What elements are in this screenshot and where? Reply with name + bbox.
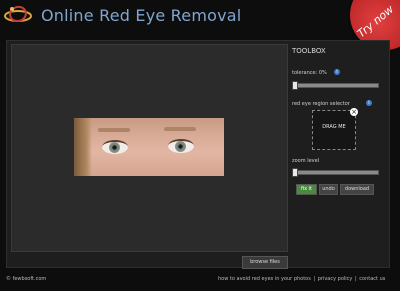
region-selector-info-icon[interactable]: i	[366, 100, 372, 106]
fix-it-button[interactable]: fix it	[296, 184, 317, 195]
download-button[interactable]: download	[340, 184, 374, 195]
footer-separator: |	[355, 276, 357, 282]
footer-link-contact[interactable]: contact us	[359, 276, 385, 282]
undo-button[interactable]: undo	[319, 184, 338, 195]
footer-links: how to avoid red eyes in your photos | p…	[218, 276, 386, 282]
footer-link-privacy[interactable]: privacy policy	[318, 276, 353, 282]
footer-separator: |	[313, 276, 316, 282]
browse-files-button[interactable]: browse files	[242, 256, 288, 269]
zoom-slider-handle[interactable]	[292, 168, 298, 177]
tolerance-slider-handle[interactable]	[292, 81, 298, 90]
footer-link-avoid-red-eyes[interactable]: how to avoid red eyes in your photos	[218, 276, 311, 282]
photo-hair	[74, 118, 92, 176]
uploaded-photo[interactable]	[74, 118, 224, 176]
photo-right-brow	[164, 127, 196, 131]
zoom-slider[interactable]	[292, 170, 379, 175]
swirl-logo-icon	[4, 5, 32, 23]
tolerance-slider[interactable]	[292, 83, 379, 88]
tolerance-label: tolerance: 0%	[292, 70, 327, 76]
photo-left-brow	[98, 128, 130, 132]
toolbox-title: TOOLBOX	[292, 47, 326, 55]
photo-right-iris	[175, 141, 186, 152]
photo-right-eye	[168, 139, 194, 153]
zoom-level-label: zoom level	[292, 158, 320, 164]
drag-me-label: DRAG ME	[322, 124, 346, 130]
close-icon[interactable]: ×	[350, 108, 358, 116]
tolerance-info-icon[interactable]: i	[334, 69, 340, 75]
app-title: Online Red Eye Removal	[41, 6, 242, 25]
region-selector-box[interactable]	[312, 110, 356, 150]
region-selector-label: red eye region selector	[292, 101, 350, 107]
copyright-text: © fewbsoft.com	[6, 276, 47, 282]
photo-left-iris	[109, 142, 120, 153]
photo-left-eye	[102, 140, 128, 154]
